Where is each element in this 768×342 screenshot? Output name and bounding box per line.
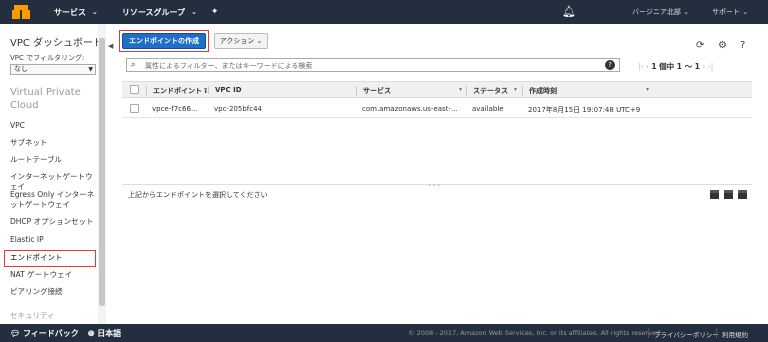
create-endpoint-button[interactable]: エンドポイントの作成 — [122, 33, 206, 49]
sidebar: VPC ダッシュボード VPC でフィルタリング: なし ▼ Virtual P… — [0, 24, 106, 324]
refresh-icon[interactable]: ⟳ — [696, 40, 704, 51]
column-status[interactable]: ステータス — [466, 86, 508, 96]
actions-label: アクション — [219, 37, 255, 45]
vpc-filter-value: なし — [14, 65, 28, 73]
last-page-icon[interactable]: ›| — [708, 62, 714, 71]
search-icon: ⌕ — [131, 60, 136, 69]
services-label: サービス — [54, 7, 86, 17]
vpc-filter-label: VPC でフィルタリング: — [10, 54, 85, 62]
help-icon[interactable]: ? — [740, 40, 745, 51]
resource-groups-menu[interactable]: リソースグループ ⌄ — [122, 7, 197, 18]
select-all-checkbox[interactable] — [130, 85, 139, 94]
sort-icon: ▾ — [459, 86, 463, 93]
footer-divider — [716, 328, 717, 338]
sidebar-item-internet-gateways[interactable]: インターネットゲートウェイ — [10, 172, 96, 192]
sort-icon: ▾ — [514, 86, 518, 93]
bell-icon[interactable]: 🔔︎ — [562, 5, 576, 18]
resize-grip-icon[interactable]: • • • — [428, 183, 440, 189]
sidebar-item-nat-gateways[interactable]: NAT ゲートウェイ — [10, 270, 96, 280]
table-row[interactable]: vpce-f7c66... vpc-205bfc44 com.amazonaws… — [122, 101, 752, 118]
sidebar-item-vpc[interactable]: VPC — [10, 121, 96, 131]
support-menu[interactable]: サポート ⌄ — [712, 7, 748, 17]
layout-full-icon[interactable] — [738, 190, 747, 199]
column-vpc-id[interactable]: VPC ID — [208, 86, 242, 94]
layout-bottom-icon[interactable] — [710, 190, 719, 199]
sort-icon: ▾ — [204, 86, 208, 93]
main-content: エンドポイントの作成 アクション ⌄ ⟳ ⚙ ? ⌕ 属性によるフィルター、また… — [118, 24, 768, 324]
search-help-icon[interactable]: ? — [605, 60, 615, 70]
cell-vpc-id: vpc-205bfc44 — [214, 105, 262, 113]
sidebar-item-security[interactable]: セキュリティ — [10, 311, 96, 321]
search-placeholder: 属性によるフィルター、またはキーワードによる検索 — [145, 62, 313, 70]
cell-service: com.amazonaws.us-east-... — [362, 105, 458, 113]
top-navigation-bar: サービス ⌄ リソースグループ ⌄ ✦ 🔔︎ バージニア北部 ⌄ サポート ⌄ — [0, 0, 768, 24]
chevron-down-icon: ⌄ — [191, 8, 197, 16]
footer: 💬︎ フィードバック 🌐︎ 日本語 © 2008 - 2017, Amazon … — [0, 324, 768, 342]
pagination-text: 1 個中 1 ～ 1 — [651, 62, 700, 71]
details-empty-message: 上記からエンドポイントを選択してください — [128, 191, 268, 199]
sidebar-item-route-tables[interactable]: ルートテーブル — [10, 155, 96, 165]
sidebar-scrollbar[interactable] — [98, 24, 106, 324]
cell-created: 2017年8月15日 19:07:48 UTC+9 — [528, 106, 641, 114]
dropdown-arrow-icon: ▼ — [88, 66, 93, 73]
region-menu[interactable]: バージニア北部 ⌄ — [632, 7, 689, 17]
sidebar-item-egress-only-gateways[interactable]: Egress Only インターネットゲートウェイ — [10, 190, 96, 210]
cell-status: available — [472, 105, 504, 113]
gear-icon[interactable]: ⚙ — [718, 40, 727, 51]
column-endpoint-id[interactable]: エンドポイント I — [146, 86, 207, 96]
endpoint-highlight-box — [4, 250, 96, 267]
column-created[interactable]: 作成時刻 — [522, 86, 557, 96]
aws-cube-icon[interactable] — [12, 5, 30, 19]
region-label: バージニア北部 — [632, 8, 681, 16]
footer-divider — [648, 328, 649, 338]
sidebar-item-peering[interactable]: ピアリング接続 — [10, 287, 96, 297]
sidebar-dashboard-link[interactable]: VPC ダッシュボード — [10, 34, 103, 49]
terms-link[interactable]: 利用規約 — [722, 329, 748, 339]
pin-icon[interactable]: ✦ — [211, 7, 219, 17]
feedback-label: フィードバック — [22, 329, 79, 338]
first-page-icon[interactable]: |‹ — [638, 62, 644, 71]
copyright-text: © 2008 - 2017, Amazon Web Services, Inc.… — [408, 329, 663, 337]
sidebar-group-title: Virtual Private Cloud — [10, 87, 81, 111]
cell-endpoint-id: vpce-f7c66... — [152, 105, 198, 113]
language-label: 日本語 — [97, 329, 122, 338]
vpc-filter-select[interactable]: なし ▼ — [10, 64, 96, 75]
layout-split-icon[interactable] — [724, 190, 733, 199]
chevron-down-icon: ⌄ — [92, 8, 98, 16]
scrollbar-thumb[interactable] — [99, 38, 105, 306]
privacy-link[interactable]: プライバシーポリシー — [654, 329, 719, 339]
language-selector[interactable]: 🌐︎ 日本語 — [88, 328, 121, 339]
row-checkbox[interactable] — [130, 104, 139, 113]
collapse-sidebar-icon[interactable]: ◀ — [108, 42, 113, 50]
feedback-link[interactable]: 💬︎ フィードバック — [10, 328, 79, 339]
sidebar-item-dhcp-options[interactable]: DHCP オプションセット — [10, 217, 96, 227]
sidebar-item-elastic-ip[interactable]: Elastic IP — [10, 235, 96, 245]
resource-groups-label: リソースグループ — [121, 7, 185, 17]
pagination: |‹ ‹ 1 個中 1 ～ 1 › ›| — [638, 61, 713, 72]
table-header: エンドポイント I ▾ VPC ID サービス ▾ ステータス ▾ 作成時刻 ▾ — [122, 81, 752, 98]
column-service[interactable]: サービス — [356, 86, 391, 96]
sort-icon: ▾ — [646, 86, 650, 93]
search-input[interactable]: ⌕ 属性によるフィルター、またはキーワードによる検索 ? — [126, 58, 620, 72]
sidebar-item-subnets[interactable]: サブネット — [10, 138, 96, 148]
support-label: サポート — [712, 8, 740, 16]
services-menu[interactable]: サービス ⌄ — [54, 7, 98, 18]
actions-button[interactable]: アクション ⌄ — [214, 33, 268, 49]
